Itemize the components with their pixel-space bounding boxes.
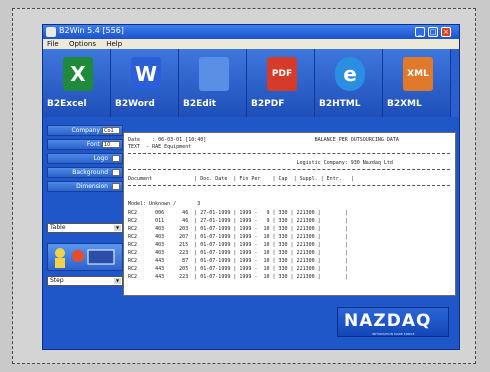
- title-bar[interactable]: B2Win 5.4 [556] _ □ ×: [43, 25, 459, 39]
- report-line: Date : 06-03-01 [10:40] BALANCE PER OUTS…: [128, 137, 399, 143]
- b2edit-button[interactable]: B2Edit: [179, 49, 247, 117]
- b2pdf-label: B2PDF: [251, 99, 285, 109]
- table-select[interactable]: Table ▼: [47, 223, 123, 233]
- app-icon: [46, 27, 56, 37]
- b2excel-button[interactable]: X B2Excel: [43, 49, 111, 117]
- report-column-headers: Document | Doc. Date | Fin Per | Cap | S…: [128, 176, 354, 182]
- dimension-checkbox[interactable]: [112, 183, 120, 190]
- company-option[interactable]: Company Co1: [47, 125, 123, 136]
- logo-label: Logo: [93, 155, 108, 162]
- table-row: RC2 403 207 | 01-07-1999 | 1999 - 10 | 3…: [128, 234, 348, 240]
- b2word-label: B2Word: [115, 99, 155, 109]
- nazdaq-logo: NAZDAQ INFORMATION MADE SIMPLE: [337, 307, 449, 337]
- font-label: Font: [86, 141, 100, 148]
- word-icon: W: [131, 57, 161, 91]
- table-row: RC2 403 223 | 01-07-1999 | 1999 - 10 | 3…: [128, 250, 348, 256]
- menu-help[interactable]: Help: [106, 39, 122, 49]
- app-window: B2Win 5.4 [556] _ □ × File Options Help …: [42, 24, 460, 350]
- table-select-value: Table: [50, 224, 66, 231]
- table-row: RC2 006 46 | 27-01-1999 | 1999 - 9 | 330…: [128, 210, 348, 216]
- dimension-option[interactable]: Dimension: [47, 181, 123, 192]
- b2edit-label: B2Edit: [183, 99, 217, 109]
- window-title: B2Win 5.4 [556]: [59, 26, 124, 35]
- report-divider: [128, 169, 450, 170]
- chevron-down-icon: ▼: [114, 278, 121, 284]
- font-option[interactable]: Font 10: [47, 139, 123, 150]
- xml-icon: XML: [403, 57, 433, 91]
- b2excel-label: B2Excel: [47, 99, 87, 109]
- table-row: RC2 403 203 | 01-07-1999 | 1999 - 10 | 3…: [128, 226, 348, 232]
- b2word-button[interactable]: W B2Word: [111, 49, 179, 117]
- logo-checkbox[interactable]: [112, 155, 120, 162]
- export-toolbar: X B2Excel W B2Word B2Edit PDF B2PDF e B2…: [43, 49, 459, 117]
- step-select-value: Step: [50, 277, 64, 284]
- table-row: RC2 403 215 | 01-07-1999 | 1999 - 10 | 3…: [128, 242, 348, 248]
- b2xml-button[interactable]: XML B2XML: [383, 49, 451, 117]
- company-label: Company: [71, 127, 100, 134]
- font-select[interactable]: 10: [102, 141, 120, 148]
- minimize-button[interactable]: _: [415, 27, 425, 37]
- nazdaq-wordmark: NAZDAQ: [344, 311, 432, 331]
- company-select[interactable]: Co1: [102, 127, 120, 134]
- maximize-button[interactable]: □: [428, 27, 438, 37]
- step-select[interactable]: Step ▼: [47, 276, 123, 286]
- html-icon: e: [335, 57, 365, 91]
- report-line: Model: Unknown / 3: [128, 201, 201, 207]
- report-line: TEXT - RAE Equipment: [128, 144, 192, 150]
- excel-icon: X: [63, 57, 93, 91]
- edit-icon: [199, 57, 229, 91]
- report-line: Logistic Company: 930 Nazdaq Ltd: [128, 160, 393, 166]
- wizard-logo: [47, 243, 123, 271]
- menu-options[interactable]: Options: [69, 39, 96, 49]
- table-row: RC2 443 87 | 01-07-1999 | 1999 - 10 | 33…: [128, 258, 348, 264]
- menu-bar: File Options Help: [43, 39, 459, 49]
- chevron-down-icon: ▼: [114, 225, 121, 231]
- report-preview[interactable]: Date : 06-03-01 [10:40] BALANCE PER OUTS…: [123, 132, 456, 296]
- footer-area: NAZDAQ INFORMATION MADE SIMPLE: [43, 299, 459, 349]
- background-label: Background: [72, 169, 108, 176]
- logo-option[interactable]: Logo: [47, 153, 123, 164]
- pdf-icon: PDF: [267, 57, 297, 91]
- report-divider: [128, 185, 450, 186]
- menu-file[interactable]: File: [47, 39, 59, 49]
- table-row: RC2 443 205 | 01-07-1999 | 1999 - 10 | 3…: [128, 266, 348, 272]
- table-row: RC2 011 46 | 27-01-1999 | 1999 - 9 | 330…: [128, 218, 348, 224]
- table-row: RC2 443 223 | 01-07-1999 | 1999 - 10 | 3…: [128, 274, 348, 280]
- b2html-label: B2HTML: [319, 99, 361, 109]
- background-checkbox[interactable]: [112, 169, 120, 176]
- b2xml-label: B2XML: [387, 99, 422, 109]
- b2pdf-button[interactable]: PDF B2PDF: [247, 49, 315, 117]
- background-option[interactable]: Background: [47, 167, 123, 178]
- dimension-label: Dimension: [76, 183, 108, 190]
- b2html-button[interactable]: e B2HTML: [315, 49, 383, 117]
- report-divider: [128, 153, 450, 154]
- wizard-figure-icon: [55, 248, 115, 268]
- nazdaq-tagline: INFORMATION MADE SIMPLE: [372, 332, 415, 336]
- close-button[interactable]: ×: [441, 27, 451, 37]
